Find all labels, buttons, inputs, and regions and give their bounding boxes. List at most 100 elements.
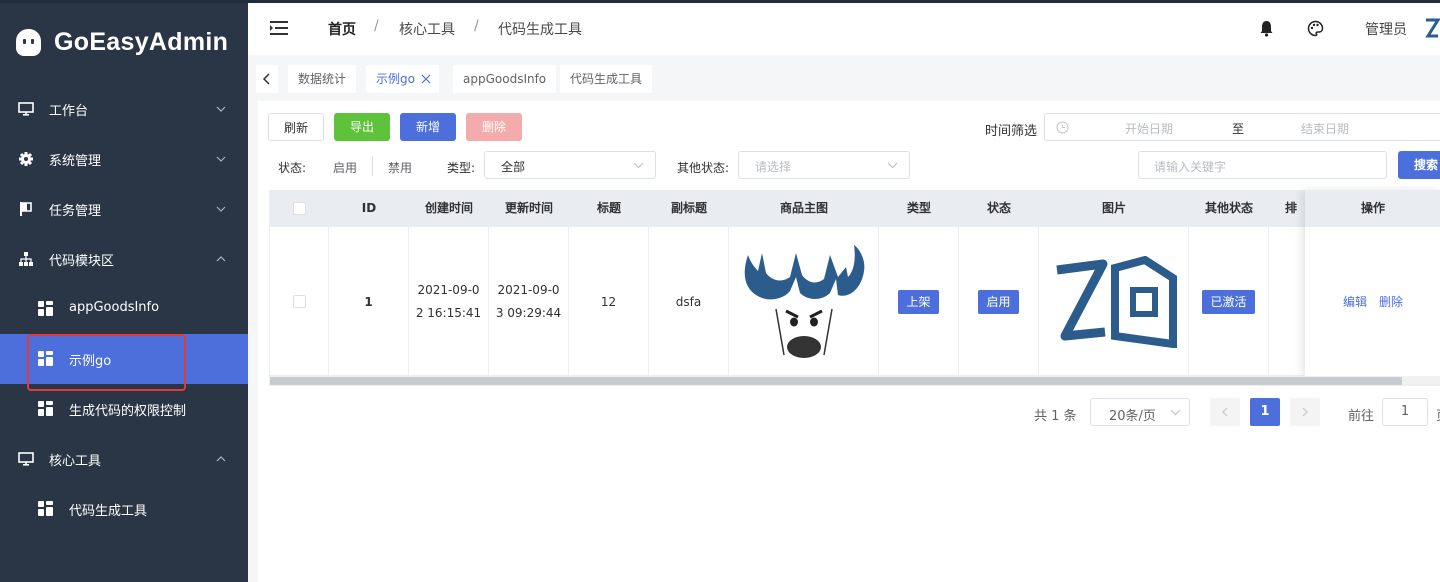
tab-label: 代码生成工具: [570, 72, 643, 86]
tab-example-go[interactable]: 示例go: [366, 65, 439, 93]
column-header[interactable]: 类型: [879, 190, 959, 227]
edit-link[interactable]: 编辑: [1343, 293, 1367, 310]
chevron-down-icon: [216, 106, 226, 112]
end-date-input[interactable]: 结束日期: [1301, 120, 1349, 137]
other-status-label: 其他状态:: [677, 161, 730, 175]
delete-button[interactable]: 删除: [466, 113, 522, 141]
grid-icon: [38, 501, 53, 516]
chevron-down-icon: [887, 162, 898, 169]
scrollbar-thumb[interactable]: [270, 377, 1402, 385]
type-tag: 上架: [898, 289, 939, 314]
breadcrumb-item[interactable]: 核心工具: [399, 19, 455, 39]
table-row[interactable]: 1 2021-09-0 2 16:15:41 2021-09-0 3 09:29…: [270, 227, 1440, 376]
chevron-up-icon: [216, 256, 226, 262]
grid-icon: [38, 301, 53, 316]
monitor-icon: [18, 102, 34, 116]
sidebar-item-label: 核心工具: [49, 453, 102, 469]
sidebar-subitem-codegen-tool[interactable]: 代码生成工具: [0, 484, 248, 534]
column-header[interactable]: 副标题: [649, 190, 729, 227]
close-icon[interactable]: [421, 74, 431, 84]
next-page-button[interactable]: [1290, 398, 1320, 426]
palette-icon[interactable]: [1307, 20, 1324, 37]
goto-label: 前往: [1348, 409, 1375, 424]
page-number-current[interactable]: 1: [1250, 398, 1280, 426]
sidebar: GoEasyAdmin 工作台 系统管理 任务管理 代码模块区 appGoods…: [0, 0, 248, 582]
bell-icon[interactable]: [1258, 20, 1275, 37]
tabs-scroll-left[interactable]: [256, 65, 278, 93]
cell-picture: [1039, 227, 1189, 376]
sidebar-subitem-label: 代码生成工具: [69, 504, 148, 519]
gear-icon: [19, 152, 33, 166]
date-range-picker[interactable]: 开始日期 至 结束日期: [1044, 113, 1440, 141]
add-button[interactable]: 新增: [400, 113, 456, 141]
column-header[interactable]: 其他状态: [1189, 190, 1269, 227]
status-option-enabled[interactable]: 启用: [333, 159, 357, 176]
goto-page-input[interactable]: 1: [1382, 398, 1428, 426]
sidebar-item-dashboard[interactable]: 工作台: [0, 84, 248, 134]
column-header[interactable]: 标题: [569, 190, 649, 227]
breadcrumb-separator: /: [474, 18, 479, 34]
cell-id: 1: [329, 227, 409, 376]
cell-type: 上架: [879, 227, 959, 376]
avatar[interactable]: [1424, 18, 1440, 40]
cell-subtitle: dsfa: [649, 227, 729, 376]
column-header[interactable]: 图片: [1039, 190, 1189, 227]
time-filter-label: 时间筛选: [985, 124, 1038, 139]
refresh-button[interactable]: 刷新: [268, 113, 324, 141]
column-header[interactable]: 操作: [1305, 190, 1440, 227]
chevron-left-icon: [1222, 407, 1228, 417]
breadcrumb-separator: /: [374, 18, 379, 34]
total-count: 共 1 条: [1034, 409, 1077, 424]
flag-icon: [20, 202, 32, 216]
chevron-down-icon: [1170, 409, 1181, 416]
column-header[interactable]: 更新时间: [489, 190, 569, 227]
cell-created: 2021-09-0 2 16:15:41: [409, 227, 489, 376]
keyword-search-input[interactable]: 请输入关键字: [1138, 151, 1387, 179]
sidebar-item-system[interactable]: 系统管理: [0, 134, 248, 184]
clock-icon: [1056, 121, 1069, 134]
sidebar-item-code-modules[interactable]: 代码模块区: [0, 234, 248, 284]
select-all-checkbox[interactable]: [293, 202, 306, 215]
user-name[interactable]: 管理员: [1365, 19, 1407, 39]
column-header[interactable]: 状态: [959, 190, 1039, 227]
prev-page-button[interactable]: [1210, 398, 1240, 426]
sidebar-item-tasks[interactable]: 任务管理: [0, 184, 248, 234]
cell-updated: 2021-09-0 3 09:29:44: [489, 227, 569, 376]
start-date-input[interactable]: 开始日期: [1125, 120, 1173, 137]
page-size-select[interactable]: 20条/页: [1090, 398, 1190, 426]
sidebar-subitem-appgoodsinfo[interactable]: appGoodsInfo: [0, 284, 248, 334]
row-checkbox[interactable]: [292, 295, 306, 308]
status-option-disabled[interactable]: 禁用: [388, 159, 412, 176]
divider: [372, 156, 373, 176]
tab-appgoodsinfo[interactable]: appGoodsInfo: [453, 65, 557, 93]
breadcrumb-current: 代码生成工具: [498, 22, 582, 38]
chevron-right-icon: [1302, 407, 1308, 417]
export-button[interactable]: 导出: [334, 113, 390, 141]
app-title: GoEasyAdmin: [54, 27, 229, 56]
cell-sort: [1269, 227, 1305, 376]
tab-codegen[interactable]: 代码生成工具: [560, 65, 653, 93]
column-header[interactable]: 创建时间: [409, 190, 489, 227]
app-logo[interactable]: GoEasyAdmin: [14, 26, 228, 58]
zd-logo-image[interactable]: [1049, 255, 1179, 348]
column-header[interactable]: ID: [329, 190, 409, 227]
tab-statistics[interactable]: 数据统计: [288, 65, 357, 93]
horizontal-scrollbar[interactable]: [270, 376, 1440, 386]
top-header: 首页 / 核心工具 / 代码生成工具 管理员: [248, 3, 1440, 55]
table-header: ID 创建时间 更新时间 标题 副标题 商品主图 类型 状态 图片 其他状态 排: [270, 190, 1440, 227]
sidebar-item-core-tools[interactable]: 核心工具: [0, 434, 248, 484]
menu-toggle-icon[interactable]: [270, 20, 288, 36]
column-header[interactable]: 排: [1269, 190, 1305, 227]
column-header[interactable]: 商品主图: [729, 190, 879, 227]
tab-label: appGoodsInfo: [463, 72, 547, 86]
breadcrumb-home[interactable]: 首页: [328, 19, 356, 39]
other-status-select[interactable]: 请选择: [738, 151, 910, 179]
sidebar-subitem-permission-control[interactable]: 生成代码的权限控制: [0, 384, 248, 434]
sitemap-icon: [19, 252, 33, 266]
sidebar-subitem-label: appGoodsInfo: [69, 300, 160, 315]
type-select[interactable]: 全部: [484, 151, 656, 179]
type-filter-label: 类型:: [447, 161, 476, 175]
delete-link[interactable]: 删除: [1379, 293, 1403, 310]
search-button[interactable]: 搜索: [1398, 151, 1440, 179]
goods-main-image[interactable]: [738, 243, 870, 361]
